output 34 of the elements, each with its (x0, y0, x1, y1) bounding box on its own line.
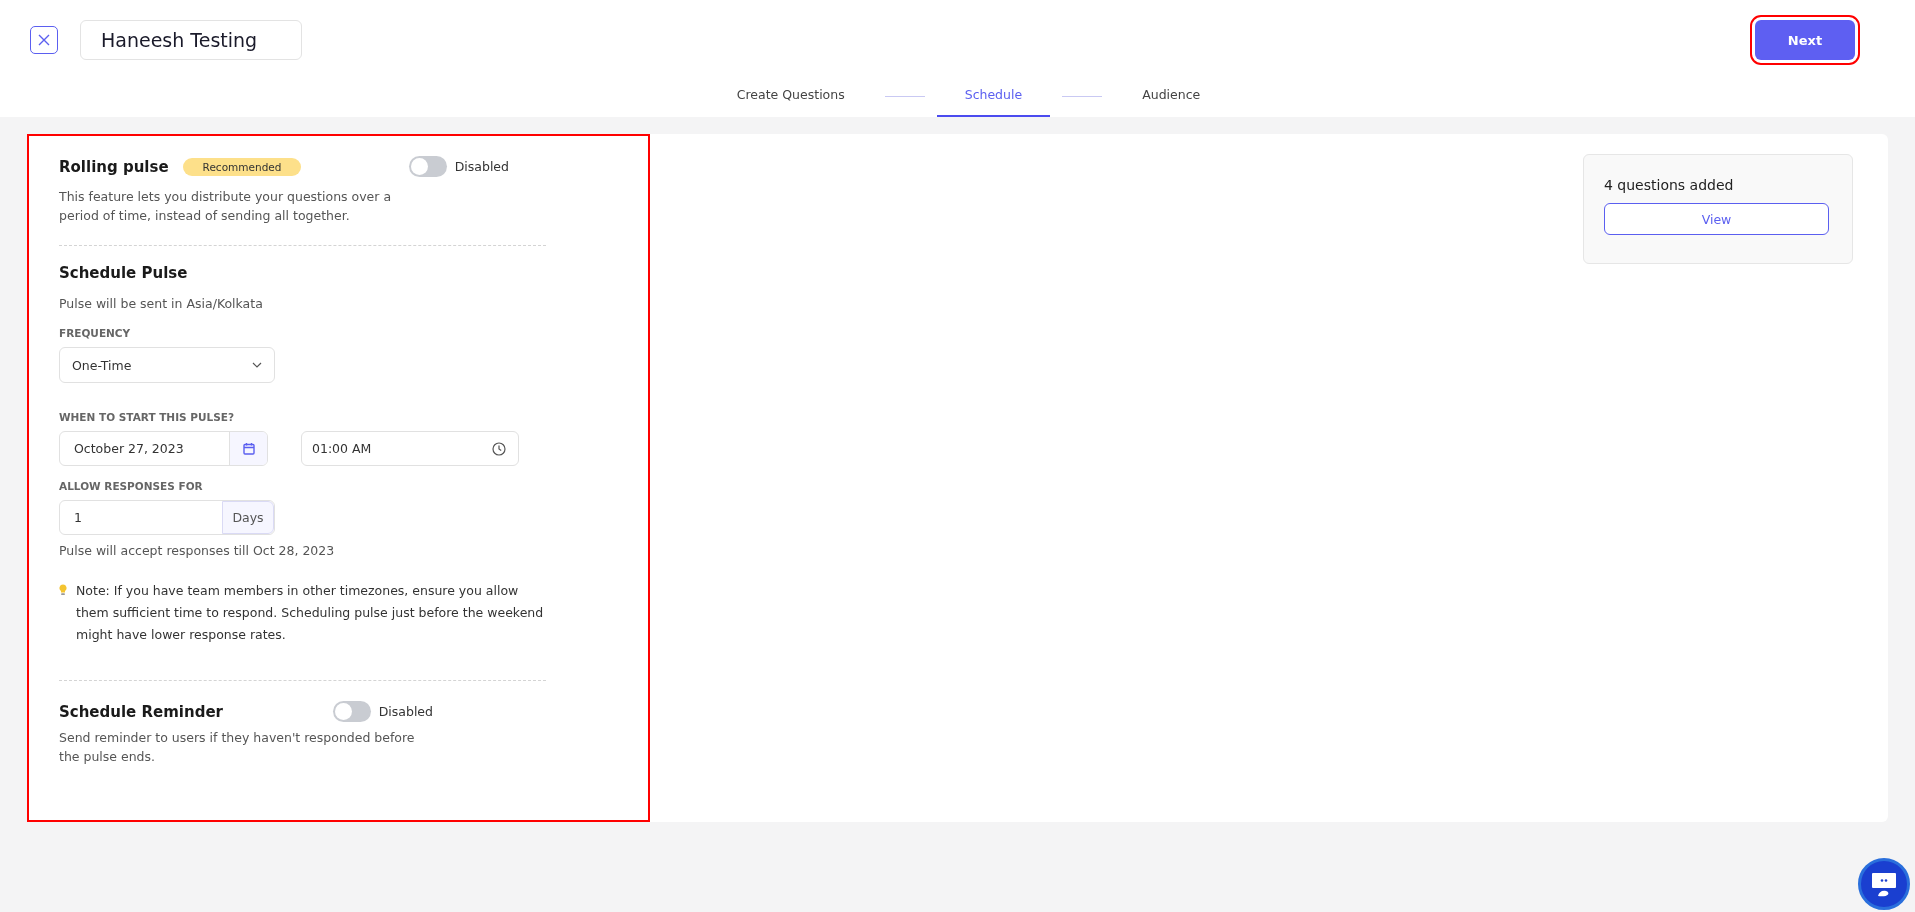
view-button[interactable]: View (1604, 203, 1829, 235)
section-title: Schedule Pulse (59, 264, 188, 282)
frequency-dropdown[interactable]: One-Time (59, 347, 275, 383)
toggle-switch[interactable] (408, 156, 447, 177)
chevron-down-icon (252, 362, 262, 368)
step-tab[interactable]: Audience (1114, 87, 1229, 117)
days-field[interactable]: 1 Days (59, 500, 275, 535)
section-title: Rolling pulse (59, 157, 169, 176)
field-label: ALLOW RESPONSES FOR (59, 480, 204, 492)
note-text: Note: If you have team members in other timezones, ensure you allow them sufficient time to respond. Scheduling pulse just before the weekend might have lower response rates. (76, 582, 544, 644)
deadline-note: Pulse will accept responses till Oct 28, 2023 (59, 542, 336, 560)
section-description: Send reminder to users if they haven't responded before the pulse ends. (59, 729, 416, 766)
step-tab[interactable]: Schedule (936, 87, 1051, 117)
clock-icon (492, 441, 506, 456)
question-count: 4 questions added (1604, 177, 1735, 193)
calendar-icon (242, 442, 255, 455)
close-button[interactable] (30, 26, 58, 54)
field-label: WHEN TO START THIS PULSE? (59, 411, 235, 423)
title-field[interactable]: Haneesh Testing (80, 20, 302, 60)
lightbulb-icon (59, 584, 67, 596)
chat-bubble-icon (1870, 871, 1898, 897)
date-field[interactable]: October 27, 2023 (59, 431, 268, 466)
section-description: This feature lets you distribute your questions over a period of time, instead of sending all together. (59, 188, 393, 225)
toggle-label: Disabled (454, 159, 509, 174)
step-tab[interactable]: Create Questions (708, 87, 873, 117)
chat-button[interactable] (1858, 858, 1910, 910)
field-label: FREQUENCY (59, 327, 132, 339)
timezone-note: Pulse will be sent in Asia/Kolkata (59, 295, 264, 313)
time-field[interactable]: 01:00 AM (301, 431, 519, 466)
section-title: Schedule Reminder (59, 702, 223, 721)
toggle-switch[interactable] (332, 701, 371, 722)
toggle-label: Disabled (378, 704, 433, 719)
recommended-badge: Recommended (182, 157, 302, 176)
close-icon (38, 34, 50, 46)
